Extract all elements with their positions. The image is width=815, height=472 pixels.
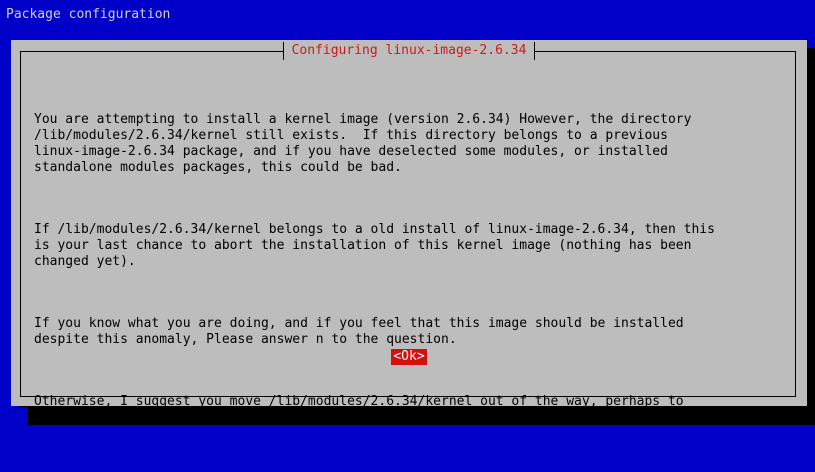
ok-button[interactable]: <Ok> xyxy=(391,349,427,365)
page-title: Package configuration xyxy=(6,7,171,22)
button-row: <Ok> xyxy=(11,349,807,365)
message-paragraph: You are attempting to install a kernel i… xyxy=(34,112,692,175)
dialog-title-wrap: Configuring linux-image-2.6.34 xyxy=(11,42,807,60)
dialog-title: Configuring linux-image-2.6.34 xyxy=(282,42,536,60)
config-dialog: Configuring linux-image-2.6.34 You are a… xyxy=(11,40,807,425)
message-paragraph: If you know what you are doing, and if y… xyxy=(34,316,684,347)
message-paragraph: If /lib/modules/2.6.34/kernel belongs to… xyxy=(34,222,715,269)
dialog-shadow-strip xyxy=(28,407,815,425)
